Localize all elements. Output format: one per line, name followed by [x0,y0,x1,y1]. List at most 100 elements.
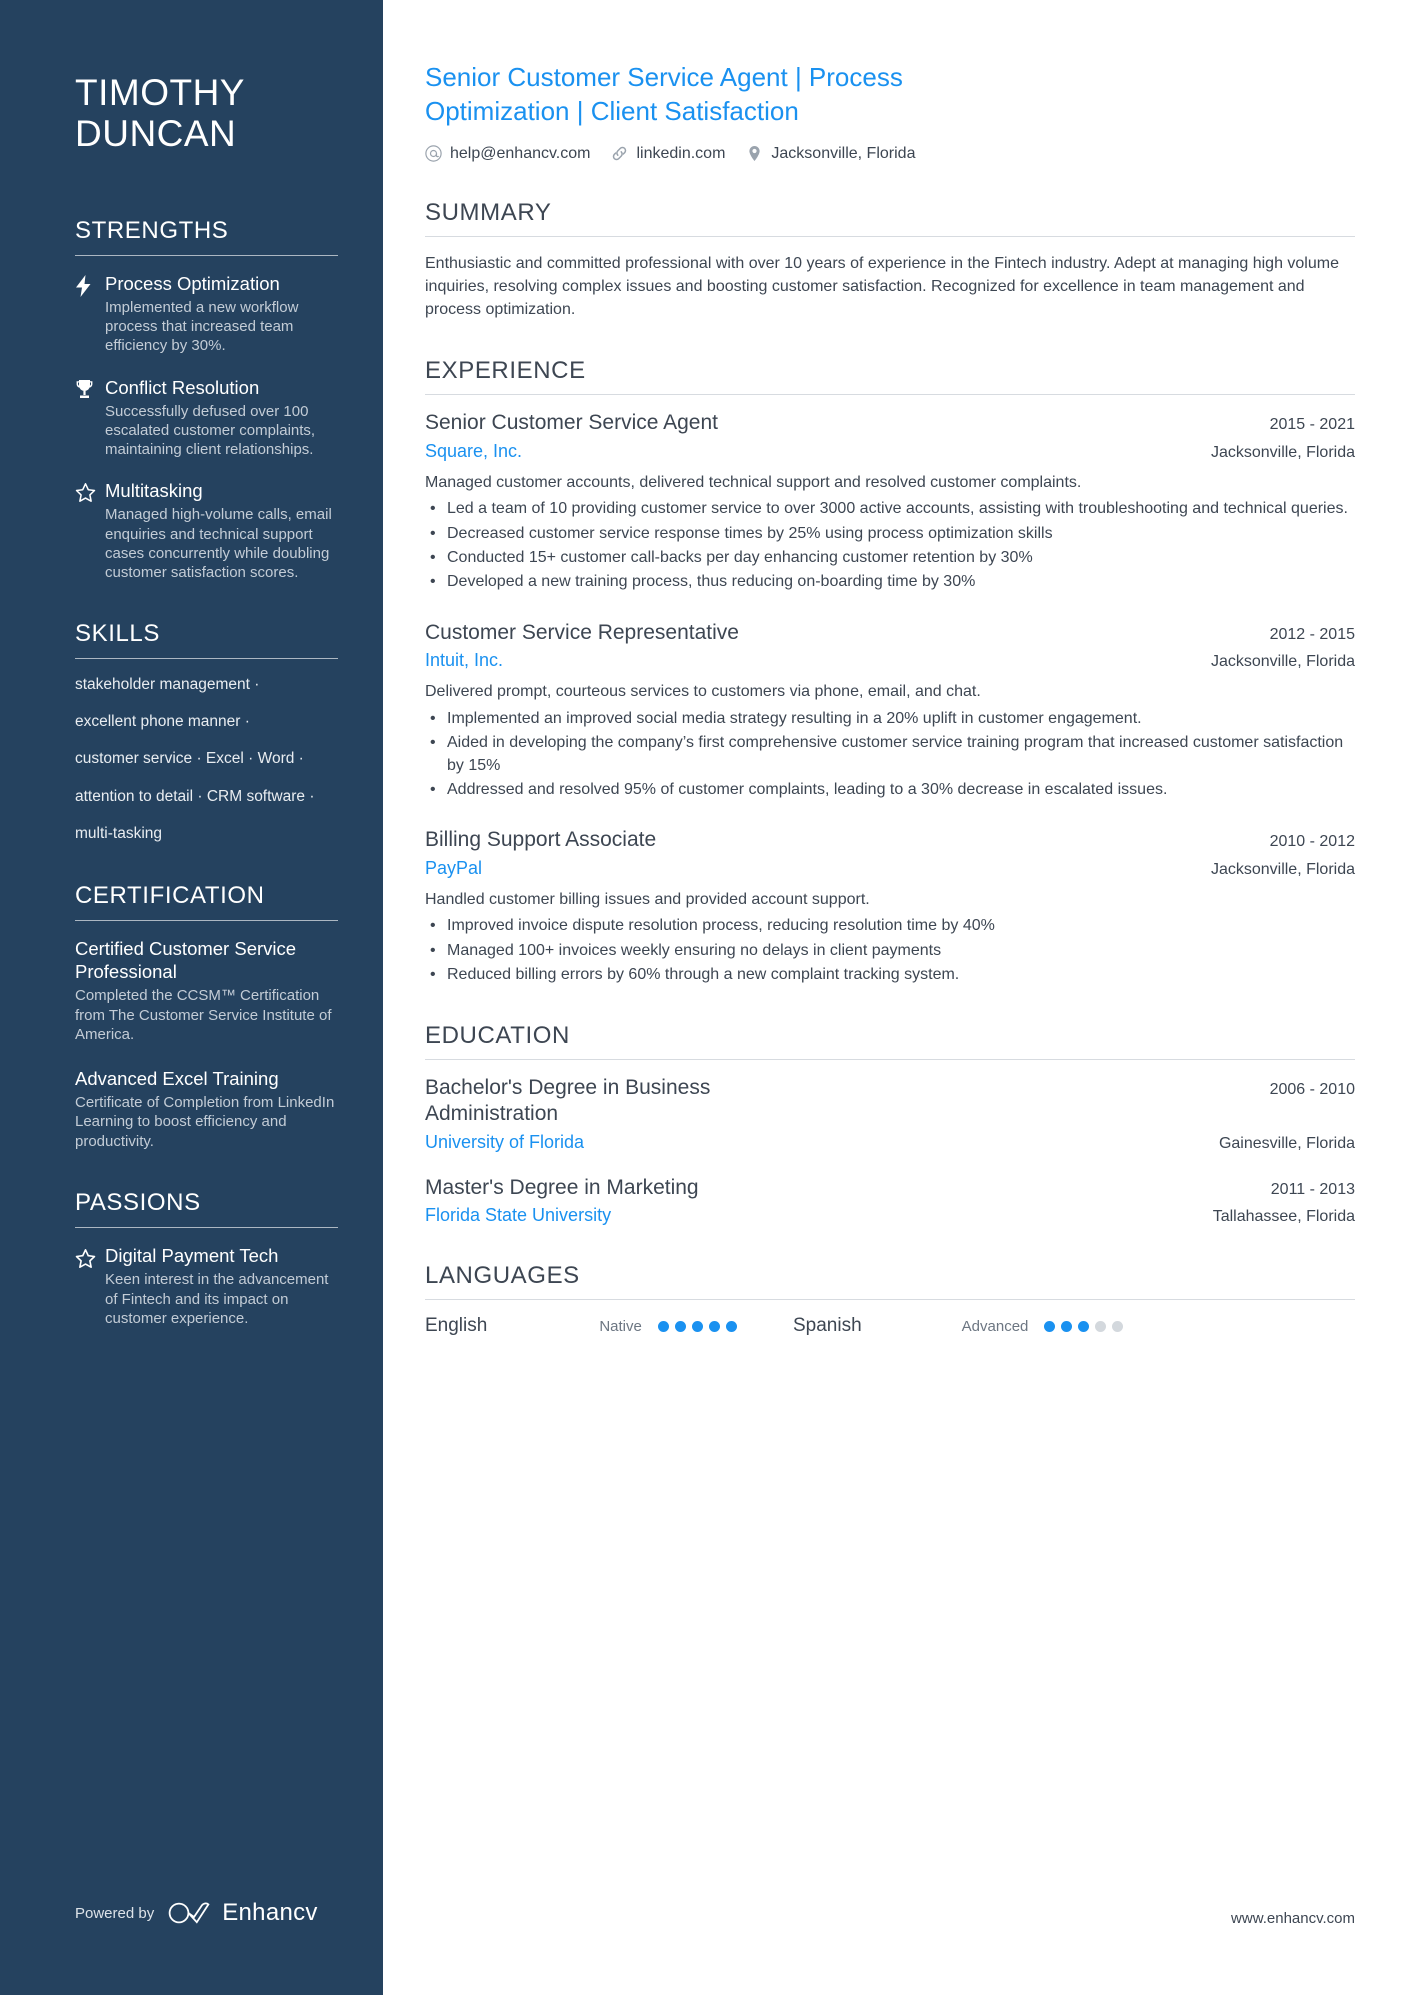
certification-item: Certified Customer Service Professional … [75,937,338,1045]
strength-item: Conflict Resolution Successfully defused… [75,376,338,460]
bullet-marker: • [430,500,436,518]
job-bullet: • Decreased customer service response tim… [425,523,1355,545]
school-location: Tallahassee, Florida [1212,1208,1355,1226]
enhancv-logo: Enhancv [168,1899,318,1927]
passion-title: Digital Payment Tech [105,1245,279,1267]
job-bullet: • Conducted 15+ customer call-backs per d… [425,547,1355,569]
bullet-text: Aided in developing the company’s first … [447,734,1344,774]
education-item: Master's Degree in Marketing 2011 - 2013… [425,1175,1355,1227]
skill-line: multi-tasking [75,824,162,842]
job-bullet: • Implemented an improved social media st… [425,708,1355,730]
school-name[interactable]: Florida State University [425,1205,611,1226]
rating-dot-empty [1112,1320,1124,1332]
strength-title: Multitasking [105,480,203,502]
language-name: English [425,1315,488,1337]
certification-section: CERTIFICATION Certified Customer Service… [75,882,338,1151]
education-section: EDUCATION Bachelor's Degree in Business … [425,1022,1355,1226]
bullet-marker: • [430,709,436,727]
job-bullet: • Reduced billing errors by 60% through a… [425,964,1355,986]
job-bullets: • Led a team of 10 providing customer ser… [425,498,1355,594]
bullet-text: Decreased customer service response time… [447,524,1053,542]
contact-linkedin-text: linkedin.com [636,144,726,162]
language-rating-dots [1044,1320,1124,1332]
passion-desc: Keen interest in the advancement of Fint… [105,1271,329,1327]
strengths-heading: STRENGTHS [75,216,229,244]
strength-desc: Successfully defused over 100 escalated … [105,402,316,459]
experience-section: EXPERIENCE Senior Customer Service Agent… [425,357,1355,986]
rating-dot-filled [674,1320,686,1332]
degree-dates: 2006 - 2010 [1269,1081,1355,1099]
job-description: Handled customer billing issues and prov… [425,890,870,908]
strengths-section: STRENGTHS Process Optimization Implement… [75,217,338,582]
job-bullets: • Improved invoice dispute resolution pro… [425,915,1355,986]
bullet-marker: • [430,966,436,984]
language-rating-dots [657,1320,737,1332]
bullet-text: Implemented an improved social media str… [447,709,1142,727]
job-dates: 2010 - 2012 [1269,833,1355,851]
passion-item: Digital Payment Tech Keen interest in th… [75,1244,338,1328]
skill-line: excellent phone manner · [75,713,250,731]
bullet-text: Reduced billing errors by 60% through a … [447,966,960,984]
trophy-icon [75,376,105,460]
enhancv-brand-text: Enhancv [222,1899,318,1926]
main-column: Senior Customer Service Agent | Process … [383,0,1410,1995]
job-company[interactable]: Intuit, Inc. [425,650,503,671]
school-name[interactable]: University of Florida [425,1132,584,1153]
job-bullet: • Addressed and resolved 95% of customer … [425,779,1355,801]
languages-heading: LANGUAGES [425,1262,580,1290]
contact-email-text: help@enhancv.com [450,144,591,162]
job-bullet: • Improved invoice dispute resolution pro… [425,915,1355,937]
job-company[interactable]: Square, Inc. [425,441,522,462]
bullet-text: Developed a new training process, thus r… [447,573,976,591]
experience-item: Billing Support Associate 2010 - 2012 Pa… [425,827,1355,986]
contact-email[interactable]: help@enhancv.com [425,145,590,163]
bullet-marker: • [430,941,436,959]
powered-by-footer: Powered by Enhancv [75,1899,318,1927]
strength-desc: Managed high-volume calls, email enquiri… [105,506,332,581]
experience-heading: EXPERIENCE [425,357,586,385]
strength-item: Process Optimization Implemented a new w… [75,272,338,356]
bullet-marker: • [430,734,436,752]
job-bullets: • Implemented an improved social media st… [425,708,1355,802]
school-location: Gainesville, Florida [1218,1134,1355,1152]
section-divider [425,235,1355,237]
enhancv-logo-icon [168,1901,214,1925]
certification-heading: CERTIFICATION [75,881,265,909]
star-icon [75,1244,105,1328]
job-bullet: • Led a team of 10 providing customer ser… [425,498,1355,520]
section-divider [75,1227,338,1229]
section-divider [425,1299,1355,1301]
at-icon [425,145,442,162]
rating-dot-filled [1078,1320,1090,1332]
job-bullet: • Managed 100+ invoices weekly ensuring n… [425,940,1355,962]
rating-dot-filled [708,1320,720,1332]
section-divider [75,919,338,921]
job-title: Customer Service Representative [425,620,739,644]
summary-text: Enthusiastic and committed professional … [425,254,1339,318]
job-dates: 2012 - 2015 [1269,625,1355,643]
bullet-text: Led a team of 10 providing customer serv… [447,500,1348,518]
passions-heading: PASSIONS [75,1189,201,1217]
language-item: English Native [425,1315,747,1337]
skills-heading: SKILLS [75,620,160,648]
job-location: Jacksonville, Florida [1210,653,1355,671]
contact-linkedin[interactable]: linkedin.com [611,145,725,163]
rating-dot-filled [1044,1320,1056,1332]
location-pin-icon [746,145,763,162]
degree-dates: 2011 - 2013 [1270,1180,1355,1198]
rating-dot-filled [725,1320,737,1332]
powered-by-label: Powered by [75,1904,155,1922]
job-description: Delivered prompt, courteous services to … [425,683,981,701]
bolt-icon [75,272,105,356]
skill-line: attention to detail · CRM software · [75,787,315,805]
passions-section: PASSIONS Digital Payment Tech Keen inter… [75,1189,338,1328]
job-company[interactable]: PayPal [425,858,482,879]
job-bullet: • Aided in developing the company’s first… [425,732,1355,777]
bullet-marker: • [430,548,436,566]
languages-section: LANGUAGES English Native Spanish Advanced [425,1262,1355,1337]
job-location: Jacksonville, Florida [1210,860,1355,878]
job-dates: 2015 - 2021 [1269,416,1355,434]
rating-dot-empty [1095,1320,1107,1332]
name-first-line: TIMOTHY [75,72,245,113]
strength-title: Conflict Resolution [105,376,260,398]
